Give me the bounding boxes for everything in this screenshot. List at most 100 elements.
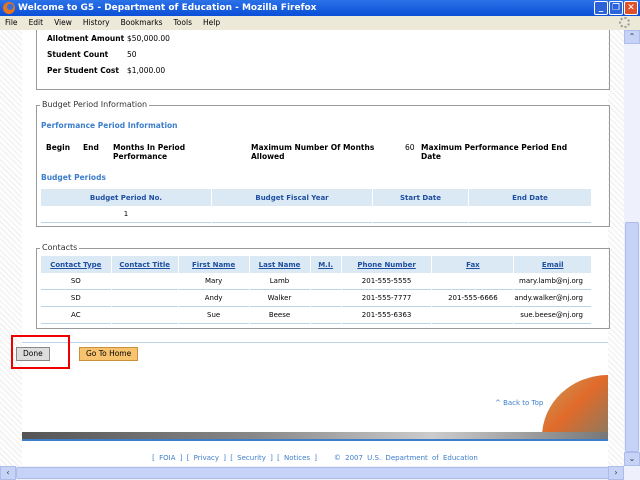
col-header[interactable]: Contact Type: [41, 256, 111, 273]
cell: Walker: [249, 290, 310, 307]
menu-bookmarks[interactable]: Bookmarks: [121, 18, 163, 27]
cell: [310, 273, 341, 290]
menu-view[interactable]: View: [54, 18, 72, 27]
classroom-chairs-image: [542, 375, 608, 437]
window-title: Welcome to G5 - Department of Education …: [18, 3, 317, 13]
scroll-up-button[interactable]: ⌃: [624, 30, 640, 44]
cell: Lamb: [249, 273, 310, 290]
horizontal-scroll-thumb[interactable]: [16, 467, 624, 479]
allotment-value: $50,000.00: [127, 34, 170, 43]
minimize-button[interactable]: _: [594, 1, 608, 15]
cell: SD: [41, 290, 111, 307]
footer: [ FOIA ] [ Privacy ] [ Security ] [ Noti…: [152, 454, 478, 462]
cell: [212, 206, 372, 223]
footer-banner: [22, 432, 608, 441]
cell: [432, 273, 514, 290]
col-end-date: End Date: [469, 189, 591, 206]
student-count-value: 50: [127, 50, 137, 59]
privacy-link[interactable]: Privacy: [194, 454, 219, 462]
budget-period-section: Budget Period Information Performance Pe…: [36, 100, 610, 227]
table-row: SD Andy Walker 201-555-7777 201-555-6666 andy…: [41, 290, 591, 307]
menu-file[interactable]: File: [5, 18, 18, 27]
menu-bar: File Edit View History Bookmarks Tools Help: [0, 16, 640, 30]
cell: [111, 290, 178, 307]
months-label: Months In Period Performance: [113, 143, 186, 161]
scroll-down-button[interactable]: ⌄: [624, 452, 640, 466]
table-row: AC Sue Beese 201-555-6363 sue.beese@nj.org: [41, 307, 591, 324]
go-to-home-button[interactable]: Go To Home: [79, 347, 139, 361]
scroll-left-button[interactable]: ‹: [0, 466, 16, 480]
scroll-right-button[interactable]: ›: [608, 466, 624, 480]
performance-period-title: Performance Period Information: [41, 121, 178, 130]
cell: [469, 206, 591, 223]
cell: [373, 206, 468, 223]
firefox-icon: [3, 2, 15, 14]
cell: 201-555-6666: [432, 290, 514, 307]
student-count-label: Student Count: [47, 50, 109, 59]
table-row: 1: [41, 206, 591, 223]
close-button[interactable]: ✕: [624, 1, 638, 15]
max-months-label: Maximum Number Of Months Allowed: [251, 143, 375, 161]
cell: [432, 307, 514, 324]
cell: Beese: [249, 307, 310, 324]
cell: 201-555-6363: [341, 307, 432, 324]
col-header[interactable]: First Name: [178, 256, 249, 273]
maximize-button[interactable]: ❐: [609, 1, 623, 15]
col-header[interactable]: Phone Number: [341, 256, 432, 273]
menu-tools[interactable]: Tools: [174, 18, 192, 27]
contacts-table: Contact Type Contact Title First Name Last …: [40, 256, 592, 324]
col-start-date: Start Date: [373, 189, 468, 206]
max-end-date-label: Maximum Performance Period End Date: [421, 143, 568, 161]
cell: AC: [41, 307, 111, 324]
max-months-value: 60: [405, 143, 415, 152]
highlight-box: [11, 335, 70, 369]
cell: SO: [41, 273, 111, 290]
copyright: © 2007 U.S. Department of Education: [333, 454, 478, 462]
budget-periods-title: Budget Periods: [41, 173, 106, 182]
col-header[interactable]: Fax: [432, 256, 514, 273]
throbber-icon: [619, 17, 630, 28]
table-row: SO Mary Lamb 201-555-5555 mary.lamb@nj.org: [41, 273, 591, 290]
vertical-scroll-thumb[interactable]: [625, 222, 639, 452]
menu-history[interactable]: History: [83, 18, 110, 27]
contacts-legend: Contacts: [40, 243, 80, 252]
cell: 1: [41, 206, 211, 223]
col-header[interactable]: M.I.: [310, 256, 341, 273]
back-to-top-link[interactable]: ^ Back to Top: [495, 399, 543, 407]
col-header[interactable]: Email: [514, 256, 591, 273]
end-label: End: [83, 143, 99, 152]
foia-link[interactable]: FOIA: [159, 454, 175, 462]
col-period-no: Budget Period No.: [41, 189, 211, 206]
cell: mary.lamb@nj.org: [514, 273, 591, 290]
cell: [111, 307, 178, 324]
notices-link[interactable]: Notices: [284, 454, 310, 462]
cell: andy.walker@nj.org: [514, 290, 591, 307]
cell: sue.beese@nj.org: [514, 307, 591, 324]
per-student-cost-value: $1,000.00: [127, 66, 166, 75]
menu-edit[interactable]: Edit: [29, 18, 44, 27]
budget-periods-table: Budget Period No. Budget Fiscal Year Start…: [40, 189, 592, 223]
page-viewport: Allotment Amount $50,000.00 Student Coun…: [0, 30, 624, 466]
menu-help[interactable]: Help: [203, 18, 220, 27]
contacts-section: Contacts Contact Type Contact Title First …: [36, 243, 610, 329]
cell: Mary: [178, 273, 249, 290]
cell: Andy: [178, 290, 249, 307]
vertical-scrollbar[interactable]: ⌃ ⌄: [624, 30, 640, 466]
security-link[interactable]: Security: [237, 454, 266, 462]
cell: [310, 307, 341, 324]
col-header[interactable]: Contact Title: [111, 256, 178, 273]
cell: [310, 290, 341, 307]
divider: [22, 342, 608, 343]
cell: 201-555-5555: [341, 273, 432, 290]
cell: [111, 273, 178, 290]
col-fiscal-year: Budget Fiscal Year: [212, 189, 372, 206]
allotment-box: Allotment Amount $50,000.00 Student Coun…: [36, 30, 610, 90]
allotment-label: Allotment Amount: [47, 34, 125, 43]
col-header[interactable]: Last Name: [249, 256, 310, 273]
begin-label: Begin: [46, 143, 71, 152]
budget-legend: Budget Period Information: [40, 100, 150, 109]
cell: 201-555-7777: [341, 290, 432, 307]
horizontal-scrollbar[interactable]: ‹ ›: [0, 466, 640, 480]
per-student-cost-label: Per Student Cost: [47, 66, 119, 75]
title-bar: Welcome to G5 - Department of Education …: [0, 0, 640, 16]
